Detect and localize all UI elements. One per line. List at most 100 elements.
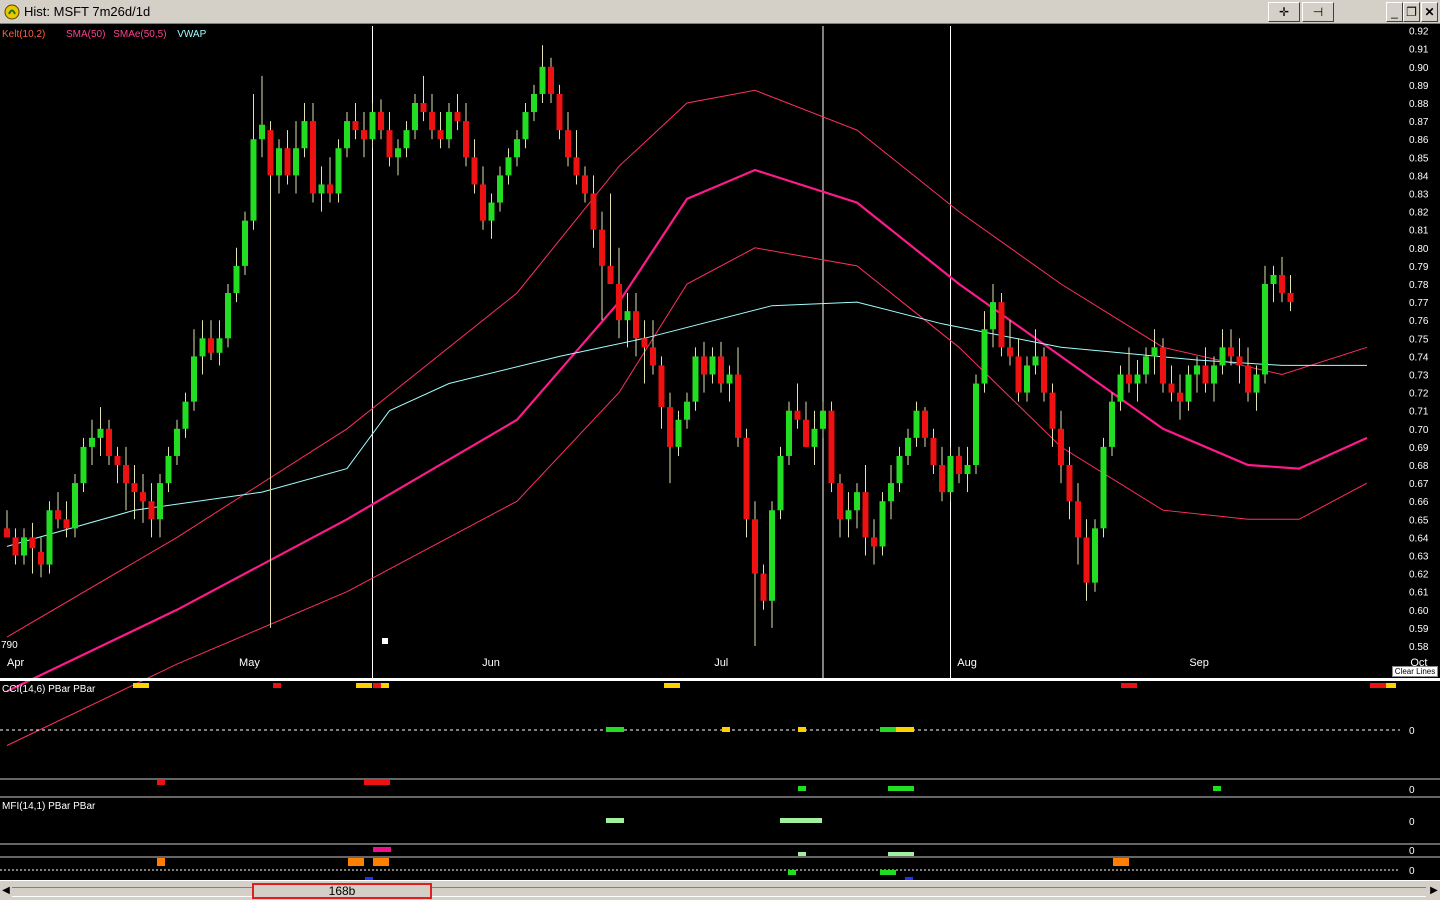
candle-body — [1228, 347, 1234, 357]
candle-body — [1143, 356, 1149, 375]
pbar-signal — [356, 683, 372, 688]
candle-body — [837, 483, 843, 520]
candle-body — [191, 356, 197, 402]
candle-body — [1117, 374, 1124, 402]
candle-body — [1015, 356, 1022, 393]
candle-body — [1160, 347, 1166, 384]
candle-body — [667, 407, 673, 447]
candle-body — [12, 537, 19, 556]
candle-body — [497, 175, 503, 203]
candle-body — [55, 510, 61, 520]
candle-body — [590, 193, 597, 230]
candle-body — [505, 157, 512, 176]
month-label: Jul — [714, 657, 728, 669]
candle-body — [709, 356, 716, 375]
candle-body — [939, 465, 945, 493]
candle-body — [1109, 401, 1115, 447]
candle-body — [786, 410, 792, 456]
candle-body — [123, 465, 129, 484]
month-label: Aug — [957, 657, 977, 669]
pane-separator — [0, 678, 1440, 681]
candle-body — [335, 148, 342, 194]
candle-body — [769, 510, 775, 601]
candle-body — [735, 374, 741, 438]
price-tick-label: 0.64 — [1409, 533, 1429, 544]
candle-body — [1083, 537, 1090, 583]
price-tick-label: 0.70 — [1409, 425, 1429, 436]
close-button[interactable]: ✕ — [1421, 2, 1438, 22]
candle-body — [395, 148, 401, 158]
candle-body — [471, 157, 478, 185]
candle-body — [633, 311, 639, 339]
close-icon: ✕ — [1424, 5, 1435, 19]
horizontal-scrollbar[interactable]: ◀ 168b ▶ — [0, 880, 1440, 900]
candle-body — [403, 130, 410, 149]
minimize-button[interactable]: _ — [1386, 2, 1403, 22]
candle-body — [599, 229, 605, 266]
candle-body — [106, 428, 112, 456]
price-tick-label: 0.89 — [1409, 81, 1429, 92]
candle-body — [148, 501, 155, 520]
candle-body — [89, 437, 95, 447]
price-tick-label: 0.65 — [1409, 515, 1429, 526]
candle-body — [1236, 356, 1243, 366]
candle-body — [1202, 365, 1209, 384]
candle-body — [607, 265, 614, 284]
candle-body — [1066, 465, 1073, 502]
candle-body — [658, 365, 665, 408]
price-tick-label: 0.67 — [1409, 479, 1429, 490]
indicator-panes: CCI(14,6) PBar PBar MFI(14,1) PBar PBar 0 0… — [0, 683, 1440, 880]
legend-item: Kelt(10,2) — [2, 29, 45, 40]
candle-body — [1270, 274, 1277, 284]
price-tick-label: 0.83 — [1409, 190, 1429, 201]
candle-body — [947, 455, 954, 493]
candle-body — [582, 175, 588, 194]
candle-body — [301, 121, 308, 149]
price-tick-label: 0.75 — [1409, 334, 1429, 345]
price-tick-label: 0.76 — [1409, 316, 1429, 327]
candle-body — [641, 338, 648, 348]
clear-lines-button[interactable]: Clear Lines — [1392, 666, 1438, 677]
price-tick-label: 0.85 — [1409, 153, 1429, 164]
app-icon — [4, 4, 20, 20]
candle-body — [1126, 374, 1132, 384]
scroll-right-icon[interactable]: ▶ — [1429, 884, 1439, 898]
candle-body — [250, 139, 257, 221]
price-tick-label: 0.86 — [1409, 135, 1429, 146]
pbar-signal — [1386, 683, 1396, 688]
candle-body — [1032, 356, 1039, 366]
candle-body — [888, 483, 894, 502]
candle-body — [1168, 383, 1175, 393]
maximize-icon: ❐ — [1406, 5, 1417, 19]
price-tick-label: 0.84 — [1409, 171, 1429, 182]
sma-50--line — [6, 168, 1368, 693]
candle-body — [1134, 374, 1141, 384]
pbar-signal — [364, 780, 390, 785]
scroll-left-icon[interactable]: ◀ — [1, 884, 11, 898]
candle-body — [556, 93, 563, 131]
candle-body — [616, 284, 622, 321]
mfi-level: 0 — [1409, 817, 1415, 828]
candle-body — [1262, 284, 1268, 375]
candle-body — [1177, 392, 1183, 402]
scroll-track[interactable] — [12, 887, 1426, 897]
pbar-signal — [348, 858, 364, 866]
scroll-thumb[interactable]: 168b — [252, 883, 432, 899]
maximize-button[interactable]: ❐ — [1403, 2, 1420, 22]
candle-body — [760, 573, 767, 601]
price-chart[interactable]: Kelt(10,2) SMA(50) SMAe(50,5) VWAP 0.92 0.91… — [0, 24, 1440, 880]
candle-body — [743, 437, 750, 520]
candle-body — [896, 455, 903, 484]
price-tick-label: 0.87 — [1409, 117, 1429, 128]
candle-body — [956, 455, 962, 475]
candle-body — [344, 121, 350, 149]
vertical-markers — [372, 26, 951, 678]
candle-body — [624, 311, 631, 321]
pbar-signal — [664, 683, 680, 688]
crosshair-button[interactable]: ✛ — [1268, 2, 1300, 22]
pin-button[interactable]: ⊣ — [1302, 2, 1334, 22]
candle-body — [267, 130, 274, 176]
price-tick-label: 0.82 — [1409, 208, 1429, 219]
candle-body — [361, 130, 367, 140]
candle-body — [820, 410, 826, 429]
